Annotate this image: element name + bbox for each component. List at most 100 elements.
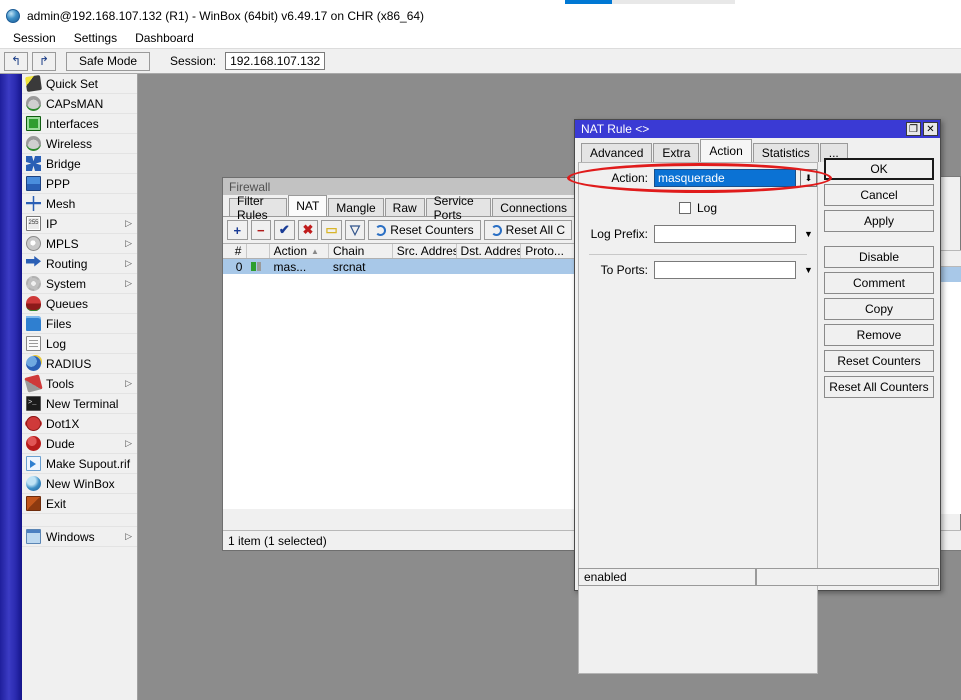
menu-session[interactable]: Session: [4, 29, 65, 47]
sidebar-item-label: Dot1X: [46, 417, 79, 431]
window-title: admin@192.168.107.132 (R1) - WinBox (64b…: [27, 9, 424, 23]
tab-statistics[interactable]: Statistics: [753, 143, 819, 162]
sidebar-menu: Quick Set CAPsMAN Interfaces Wireless Br…: [22, 74, 138, 700]
log-prefix-row: Log Prefix: ▼: [579, 223, 817, 245]
sidebar-item-windows[interactable]: Windows ▷: [22, 527, 137, 547]
sidebar-item-radius[interactable]: RADIUS: [22, 354, 137, 374]
title-bar: admin@192.168.107.132 (R1) - WinBox (64b…: [0, 5, 961, 27]
tab-action[interactable]: Action: [700, 139, 751, 162]
tab-advanced[interactable]: Advanced: [581, 143, 652, 162]
sidebar-item-dot1x[interactable]: Dot1X: [22, 414, 137, 434]
mesh-icon: [26, 196, 41, 211]
log-icon: [26, 336, 41, 351]
firewall-column-header: # Action ▲ Chain Src. Address Dst. Addre…: [223, 243, 576, 259]
tab-connections[interactable]: Connections: [492, 198, 575, 216]
add-button[interactable]: +: [227, 220, 248, 240]
sidebar-item-label: Bridge: [46, 157, 81, 171]
column-src-address[interactable]: Src. Address: [393, 244, 457, 258]
progress-segment-blue: [565, 0, 612, 4]
remove-button[interactable]: Remove: [824, 324, 934, 346]
apply-button[interactable]: Apply: [824, 210, 934, 232]
log-checkbox[interactable]: [679, 202, 691, 214]
sidebar-item-system[interactable]: System ▷: [22, 274, 137, 294]
log-prefix-input[interactable]: [654, 225, 796, 243]
maximize-icon[interactable]: ❐: [906, 122, 921, 136]
chevron-right-icon: ▷: [125, 438, 132, 449]
sidebar-item-interfaces[interactable]: Interfaces: [22, 114, 137, 134]
sidebar-item-tools[interactable]: Tools ▷: [22, 374, 137, 394]
nat-rule-dialog: NAT Rule <> ❐ ✕ Advanced Extra Action St…: [574, 119, 941, 591]
interfaces-icon: [26, 116, 41, 131]
menu-dashboard[interactable]: Dashboard: [126, 29, 203, 47]
sidebar-item-dude[interactable]: Dude ▷: [22, 434, 137, 454]
action-dropdown-icon[interactable]: ⬇: [800, 169, 817, 187]
nat-dialog-title-text: NAT Rule <>: [581, 122, 649, 136]
reset-all-counters-button[interactable]: Reset All C: [484, 220, 572, 240]
sidebar-item-routing[interactable]: Routing ▷: [22, 254, 137, 274]
status-enabled: enabled: [578, 568, 756, 586]
reset-all-counters-button[interactable]: Reset All Counters: [824, 376, 934, 398]
redo-icon[interactable]: ↱: [32, 52, 56, 71]
tab-mangle[interactable]: Mangle: [328, 198, 383, 216]
sidebar-item-ppp[interactable]: PPP: [22, 174, 137, 194]
sidebar-item-make-supout[interactable]: Make Supout.rif: [22, 454, 137, 474]
log-label: Log: [697, 201, 717, 215]
log-checkbox-row[interactable]: Log: [579, 197, 817, 219]
sidebar-item-label: Mesh: [46, 197, 75, 211]
sidebar-item-label: PPP: [46, 177, 70, 191]
disable-button[interactable]: ✖: [298, 220, 319, 240]
to-ports-input[interactable]: [654, 261, 796, 279]
enable-button[interactable]: ✔: [274, 220, 295, 240]
sidebar-item-quick-set[interactable]: Quick Set: [22, 74, 137, 94]
filter-button[interactable]: ▽: [345, 220, 366, 240]
to-ports-dropdown-icon[interactable]: ▼: [800, 261, 817, 279]
column-num[interactable]: #: [223, 244, 247, 258]
reset-counters-button[interactable]: Reset Counters: [368, 220, 480, 240]
column-flag[interactable]: [247, 244, 269, 258]
sidebar-item-mesh[interactable]: Mesh: [22, 194, 137, 214]
undo-icon[interactable]: ↰: [4, 52, 28, 71]
action-input[interactable]: masquerade: [654, 169, 796, 187]
comment-button[interactable]: ▭: [321, 220, 342, 240]
sidebar-item-files[interactable]: Files: [22, 314, 137, 334]
column-dst-address[interactable]: Dst. Address: [457, 244, 522, 258]
windows-icon: [26, 529, 41, 544]
column-chain[interactable]: Chain: [329, 244, 393, 258]
copy-button[interactable]: Copy: [824, 298, 934, 320]
sidebar-item-new-winbox[interactable]: New WinBox: [22, 474, 137, 494]
cell-action: mas...: [270, 259, 329, 274]
cancel-button[interactable]: Cancel: [824, 184, 934, 206]
tab-nat[interactable]: NAT: [288, 195, 327, 216]
sidebar-item-capsman[interactable]: CAPsMAN: [22, 94, 137, 114]
sidebar-item-exit[interactable]: Exit: [22, 494, 137, 514]
session-input[interactable]: 192.168.107.132: [225, 52, 325, 70]
sidebar-item-queues[interactable]: Queues: [22, 294, 137, 314]
ok-button[interactable]: OK: [824, 158, 934, 180]
comment-button[interactable]: Comment: [824, 272, 934, 294]
log-prefix-dropdown-icon[interactable]: ▼: [800, 225, 817, 243]
close-icon[interactable]: ✕: [923, 122, 938, 136]
column-proto[interactable]: Proto...: [521, 244, 576, 258]
sidebar-item-bridge[interactable]: Bridge: [22, 154, 137, 174]
reset-counters-button[interactable]: Reset Counters: [824, 350, 934, 372]
sidebar-item-new-terminal[interactable]: New Terminal: [22, 394, 137, 414]
sidebar-item-wireless[interactable]: Wireless: [22, 134, 137, 154]
tab-filter-rules[interactable]: Filter Rules: [229, 198, 287, 216]
tab-service-ports[interactable]: Service Ports: [426, 198, 492, 216]
table-row[interactable]: 0 mas... srcnat: [223, 259, 576, 274]
disable-button[interactable]: Disable: [824, 246, 934, 268]
sidebar-item-log[interactable]: Log: [22, 334, 137, 354]
sidebar-item-ip[interactable]: IP ▷: [22, 214, 137, 234]
column-action[interactable]: Action ▲: [270, 244, 329, 258]
sidebar-item-mpls[interactable]: MPLS ▷: [22, 234, 137, 254]
menu-settings[interactable]: Settings: [65, 29, 126, 47]
chevron-right-icon: ▷: [125, 378, 132, 389]
sidebar-item-label: CAPsMAN: [46, 97, 103, 111]
ip-icon: [26, 216, 41, 231]
sidebar-item-label: Dude: [46, 437, 75, 451]
remove-button[interactable]: −: [251, 220, 272, 240]
winbox-logo-icon: [6, 9, 20, 23]
tab-extra[interactable]: Extra: [653, 143, 699, 162]
tab-raw[interactable]: Raw: [385, 198, 425, 216]
safe-mode-button[interactable]: Safe Mode: [66, 52, 150, 71]
